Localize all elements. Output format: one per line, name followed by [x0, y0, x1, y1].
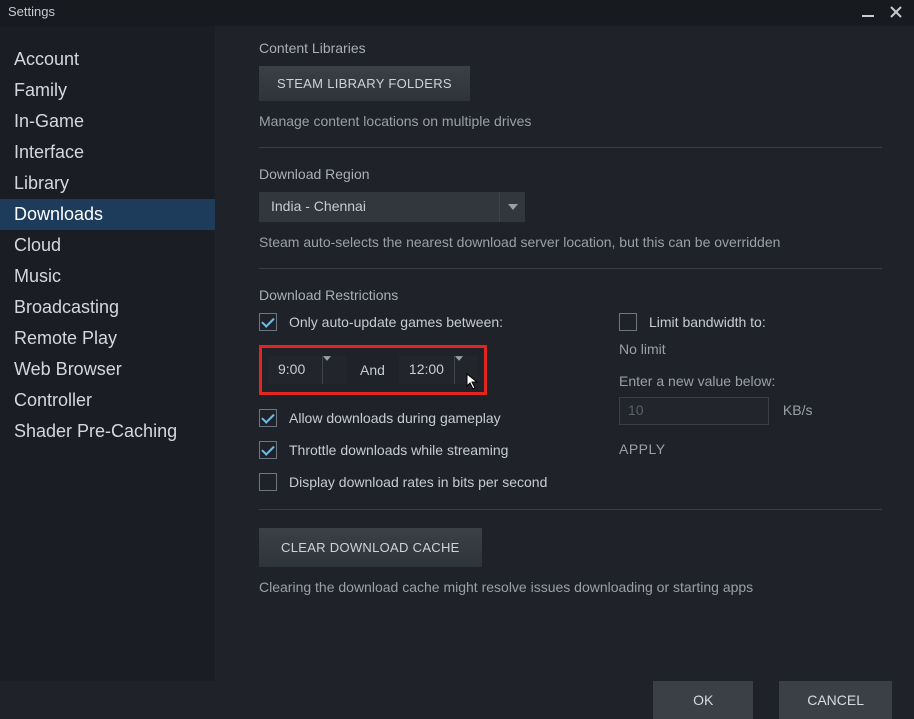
content-libraries-title: Content Libraries — [259, 40, 882, 56]
enter-value-label: Enter a new value below: — [619, 373, 882, 389]
section-download-region: Download Region India - Chennai Steam au… — [259, 166, 882, 269]
download-region-dropdown[interactable]: India - Chennai — [259, 192, 525, 222]
titlebar: Settings — [0, 0, 914, 26]
section-download-restrictions: Download Restrictions Only auto-update g… — [259, 287, 882, 510]
no-limit-text: No limit — [619, 341, 882, 357]
sidebar-item-in-game[interactable]: In-Game — [0, 106, 215, 137]
time-from-dropdown[interactable]: 9:00 — [268, 356, 346, 384]
cancel-button[interactable]: CANCEL — [779, 681, 892, 719]
dialog-footer: OK CANCEL — [0, 681, 914, 719]
minimize-button[interactable] — [858, 4, 878, 20]
checkbox-auto-update[interactable] — [259, 313, 277, 331]
sidebar-item-account[interactable]: Account — [0, 44, 215, 75]
sidebar-item-interface[interactable]: Interface — [0, 137, 215, 168]
section-content-libraries: Content Libraries STEAM LIBRARY FOLDERS … — [259, 40, 882, 148]
checkbox-throttle-streaming[interactable] — [259, 441, 277, 459]
download-region-desc: Steam auto-selects the nearest download … — [259, 234, 882, 250]
allow-gameplay-label: Allow downloads during gameplay — [289, 410, 501, 426]
and-label: And — [360, 362, 385, 378]
steam-library-folders-button[interactable]: STEAM LIBRARY FOLDERS — [259, 66, 470, 101]
time-range-highlight: 9:00 And 12:00 — [259, 345, 487, 395]
sidebar-item-family[interactable]: Family — [0, 75, 215, 106]
sidebar-item-shader-pre-caching[interactable]: Shader Pre-Caching — [0, 416, 215, 447]
settings-sidebar: Account Family In-Game Interface Library… — [0, 26, 215, 681]
sidebar-item-web-browser[interactable]: Web Browser — [0, 354, 215, 385]
auto-update-label: Only auto-update games between: — [289, 314, 503, 330]
sidebar-item-downloads[interactable]: Downloads — [0, 199, 215, 230]
chevron-down-icon — [322, 356, 346, 384]
time-from-value: 9:00 — [268, 356, 322, 384]
sidebar-item-music[interactable]: Music — [0, 261, 215, 292]
checkbox-allow-gameplay[interactable] — [259, 409, 277, 427]
throttle-streaming-label: Throttle downloads while streaming — [289, 442, 508, 458]
sidebar-item-cloud[interactable]: Cloud — [0, 230, 215, 261]
close-button[interactable] — [886, 4, 906, 20]
download-restrictions-title: Download Restrictions — [259, 287, 882, 303]
cache-desc: Clearing the download cache might resolv… — [259, 579, 882, 595]
chevron-down-icon — [499, 192, 525, 222]
limit-bandwidth-label: Limit bandwidth to: — [649, 314, 766, 330]
sidebar-item-controller[interactable]: Controller — [0, 385, 215, 416]
window-title: Settings — [8, 4, 55, 19]
bandwidth-input[interactable]: 10 — [619, 397, 769, 425]
apply-button[interactable]: APPLY — [619, 441, 882, 457]
cursor-icon — [466, 373, 480, 394]
content-libraries-desc: Manage content locations on multiple dri… — [259, 113, 882, 129]
time-to-value: 12:00 — [399, 356, 454, 384]
checkbox-limit-bandwidth[interactable] — [619, 313, 637, 331]
sidebar-item-remote-play[interactable]: Remote Play — [0, 323, 215, 354]
ok-button[interactable]: OK — [653, 681, 753, 719]
section-cache: CLEAR DOWNLOAD CACHE Clearing the downlo… — [259, 528, 882, 613]
clear-download-cache-button[interactable]: CLEAR DOWNLOAD CACHE — [259, 528, 482, 567]
bandwidth-unit: KB/s — [783, 402, 813, 418]
bits-per-second-label: Display download rates in bits per secon… — [289, 474, 547, 490]
settings-content: Content Libraries STEAM LIBRARY FOLDERS … — [215, 26, 914, 681]
download-region-value: India - Chennai — [259, 192, 499, 222]
download-region-title: Download Region — [259, 166, 882, 182]
sidebar-item-library[interactable]: Library — [0, 168, 215, 199]
sidebar-item-broadcasting[interactable]: Broadcasting — [0, 292, 215, 323]
checkbox-bits-per-second[interactable] — [259, 473, 277, 491]
